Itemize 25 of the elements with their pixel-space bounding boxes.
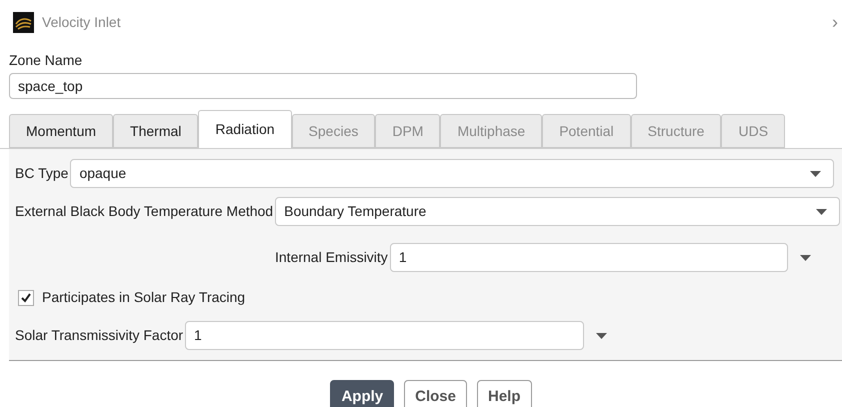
dialog-button[interactable]: Help — [477, 380, 532, 407]
caret-icon[interactable] — [810, 170, 821, 176]
tab[interactable]: Radiation — [198, 110, 292, 148]
dropdown[interactable]: opaque — [70, 159, 834, 188]
checkbox[interactable] — [18, 290, 34, 306]
dialog-button[interactable]: Close — [404, 380, 467, 407]
tab[interactable]: Thermal — [113, 114, 198, 148]
field-label: Internal Emissivity — [275, 248, 388, 267]
close-button[interactable]: › — [832, 13, 838, 31]
field-label: BC Type — [15, 164, 68, 183]
input-field[interactable]: space_top — [9, 73, 637, 99]
window-title: Velocity Inlet — [42, 12, 121, 32]
tab[interactable]: Momentum — [9, 114, 114, 148]
checkbox-label: Participates in Solar Ray Tracing — [42, 288, 246, 307]
caret-icon[interactable] — [596, 332, 608, 338]
dropdown[interactable]: Boundary Temperature — [275, 197, 840, 226]
field-label: Solar Transmissivity Factor — [15, 326, 184, 345]
caret-icon[interactable] — [816, 208, 827, 214]
input-field[interactable]: 1 — [185, 321, 584, 350]
app-logo-icon — [13, 12, 34, 32]
input-field[interactable]: 1 — [390, 243, 788, 272]
caret-icon[interactable] — [800, 254, 811, 260]
field-label: External Black Body Temperature Method — [15, 202, 274, 221]
dialog-button[interactable]: Apply — [330, 380, 394, 407]
field-label: Zone Name — [9, 51, 84, 70]
